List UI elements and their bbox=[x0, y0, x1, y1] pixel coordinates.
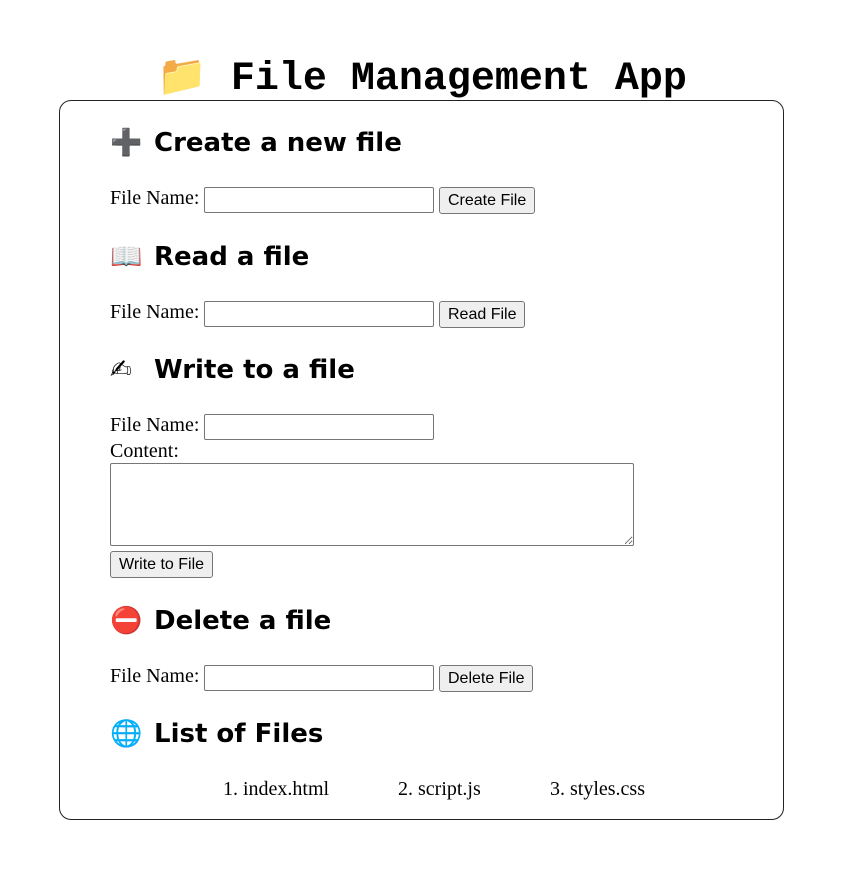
create-file-name-label: File Name: bbox=[110, 187, 200, 209]
file-operations-panel: ➕ Create a new file File Name: Create Fil… bbox=[59, 100, 784, 820]
delete-file-name-label: File Name: bbox=[110, 665, 200, 687]
app-title-text: File Management App bbox=[230, 56, 687, 102]
delete-file-row: File Name: bbox=[110, 664, 199, 688]
read-file-name-label: File Name: bbox=[110, 301, 200, 323]
write-file-name-input[interactable] bbox=[204, 414, 434, 440]
read-file-heading-text: Read a file bbox=[154, 242, 310, 272]
delete-file-section: ⛔ Delete a file File Name: Delete File bbox=[110, 603, 730, 692]
writing-hand-icon: ✍ bbox=[110, 355, 132, 385]
read-file-section: 📖 Read a file File Name: Read File bbox=[110, 239, 730, 328]
create-file-button[interactable]: Create File bbox=[439, 187, 536, 214]
globe-icon: 🌐 bbox=[110, 719, 143, 749]
delete-file-name-input[interactable] bbox=[204, 665, 434, 691]
create-file-heading: ➕ Create a new file bbox=[110, 125, 730, 161]
write-file-name-label: File Name: bbox=[110, 414, 200, 436]
folder-icon: 📁 bbox=[157, 52, 207, 99]
read-file-heading: 📖 Read a file bbox=[110, 239, 730, 275]
write-file-heading: ✍ Write to a file bbox=[110, 352, 730, 388]
delete-file-heading-text: Delete a file bbox=[154, 606, 332, 636]
file-list-item[interactable]: 3. styles.css bbox=[550, 777, 645, 801]
list-files-heading-text: List of Files bbox=[154, 719, 324, 749]
list-files-heading: 🌐 List of Files bbox=[110, 716, 730, 752]
no-entry-icon: ⛔ bbox=[110, 606, 143, 636]
open-book-icon: 📖 bbox=[110, 242, 143, 272]
delete-file-button[interactable]: Delete File bbox=[439, 665, 534, 692]
plus-icon: ➕ bbox=[110, 128, 143, 158]
read-file-name-input[interactable] bbox=[204, 301, 434, 327]
delete-file-heading: ⛔ Delete a file bbox=[110, 603, 730, 639]
create-file-name-input[interactable] bbox=[204, 187, 434, 213]
write-content-row: Content: bbox=[110, 439, 179, 463]
write-file-section: ✍ Write to a file File Name: Content: Wri… bbox=[110, 352, 730, 578]
write-file-heading-text: Write to a file bbox=[154, 355, 355, 385]
app-title: 📁 File Management App bbox=[0, 49, 844, 107]
read-file-row: File Name: bbox=[110, 300, 199, 324]
write-to-file-button[interactable]: Write to File bbox=[110, 551, 214, 578]
create-file-row: File Name: bbox=[110, 186, 199, 210]
write-content-textarea[interactable] bbox=[110, 463, 634, 546]
write-file-row: File Name: bbox=[110, 413, 199, 437]
read-file-button[interactable]: Read File bbox=[439, 301, 526, 328]
file-list-item[interactable]: 2. script.js bbox=[398, 777, 481, 801]
create-file-heading-text: Create a new file bbox=[154, 128, 402, 158]
list-files-section: 🌐 List of Files bbox=[110, 716, 730, 752]
create-file-section: ➕ Create a new file File Name: Create Fil… bbox=[110, 125, 730, 214]
file-list-item[interactable]: 1. index.html bbox=[223, 777, 329, 801]
write-content-label: Content: bbox=[110, 440, 179, 462]
